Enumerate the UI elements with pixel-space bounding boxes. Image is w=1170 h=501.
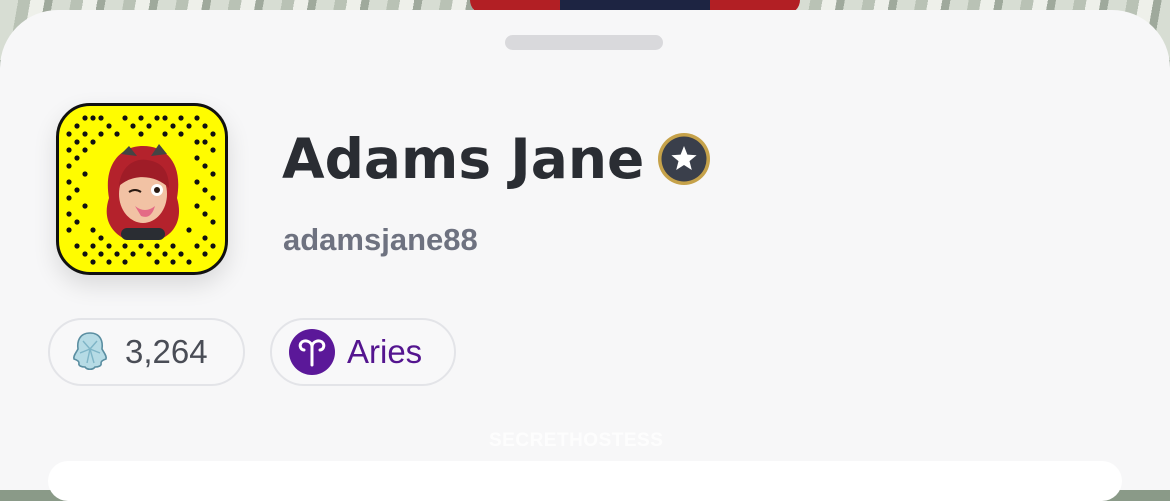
zodiac-chip[interactable]: Aries (270, 318, 456, 386)
aries-icon (289, 329, 335, 375)
ghost-crystal-icon (73, 332, 107, 371)
zodiac-label: Aries (347, 333, 423, 370)
snap-score-chip[interactable]: 3,264 (48, 318, 245, 386)
snapcode-bitmoji-icon (66, 115, 216, 265)
next-card (48, 461, 1122, 501)
drag-handle[interactable] (505, 35, 663, 50)
star-badge-icon[interactable] (657, 132, 711, 186)
username: adamsjane88 (283, 222, 478, 257)
display-name: Adams Jane (282, 127, 645, 191)
watermark: SECRETHOSTESS (489, 430, 664, 451)
snapcode[interactable] (56, 103, 228, 275)
snap-score-value: 3,264 (125, 333, 208, 370)
title-row: Adams Jane (282, 124, 711, 194)
